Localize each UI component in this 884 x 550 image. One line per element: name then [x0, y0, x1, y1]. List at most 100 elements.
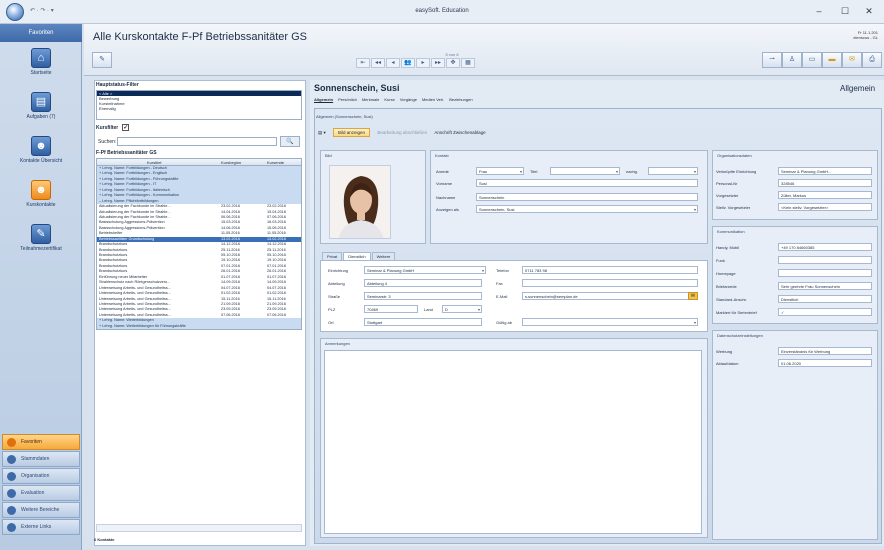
tab-5[interactable]: Medien Verl.: [422, 97, 444, 102]
lastname-field[interactable]: Sonnenschein: [476, 193, 698, 201]
col-kursende[interactable]: Kursende: [267, 159, 284, 166]
minimize-button[interactable]: –: [808, 4, 830, 18]
clipboard-icon: ▤: [31, 92, 51, 112]
tab-2[interactable]: Merkmale: [362, 97, 380, 102]
valid-from-select[interactable]: [522, 318, 698, 326]
mail-icon[interactable]: ✉: [688, 292, 698, 300]
kommunikation-field[interactable]: [778, 269, 872, 277]
department-field[interactable]: Abteilung 4: [364, 279, 482, 287]
department-label: Abteilung: [328, 281, 345, 286]
record-nav-button[interactable]: ▸: [416, 58, 430, 68]
fav-item-2[interactable]: ☻ Kontakte Übersicht: [2, 134, 80, 178]
course-grid: Kurstitel Kursbeginn Kursende + Lehrg. N…: [96, 158, 302, 331]
record-nav-button[interactable]: 👥: [401, 58, 415, 68]
nav-5[interactable]: Externe Links: [2, 519, 80, 535]
close-button[interactable]: ✕: [858, 4, 880, 18]
copy-address-button[interactable]: Anschrift Zwischenablage: [434, 130, 485, 135]
kommunikation-field[interactable]: Sehr geehrte Frau Sonnenschein: [778, 282, 872, 290]
institution-select[interactable]: Seminar & Planung GmbH: [364, 266, 486, 274]
datenschutz-field[interactable]: 01.06.2020: [778, 359, 872, 367]
pin-icon[interactable]: ⇀: [762, 52, 782, 68]
course-filter-label: Kursfilter ✓: [96, 124, 130, 131]
nav-2[interactable]: Organisation: [2, 468, 80, 484]
grid-header: Kurstitel Kursbeginn Kursende: [97, 159, 301, 166]
tab-0[interactable]: Allgemein: [314, 97, 333, 102]
record-nav-button[interactable]: ◂: [386, 58, 400, 68]
col-kurstitel[interactable]: Kurstitel: [147, 159, 161, 166]
salutation-select[interactable]: Frau: [476, 167, 524, 175]
tab-6[interactable]: Beziehungen: [449, 97, 472, 102]
fav-item-label: Teilnahmezertifikat: [20, 246, 62, 252]
street-field[interactable]: Seminarstr. 3: [364, 292, 482, 300]
email-label: E-Mail: [496, 294, 508, 299]
window-tool-icon[interactable]: ▭: [802, 52, 822, 68]
record-nav-button[interactable]: ◂◂: [371, 58, 385, 68]
record-nav-button[interactable]: ✥: [446, 58, 460, 68]
person-tool-icon[interactable]: ♙: [782, 52, 802, 68]
nav-4[interactable]: Weitere Bereiche: [2, 502, 80, 518]
attach-button[interactable]: ✎: [92, 52, 112, 68]
tab-1[interactable]: Persönlich: [338, 97, 357, 102]
course-filter-checkbox[interactable]: ✓: [122, 124, 130, 131]
suffix-select[interactable]: [648, 167, 698, 175]
fax-field[interactable]: [522, 279, 698, 287]
zip-label: PLZ: [328, 307, 336, 312]
orgdaten-field[interactable]: <Kein stellv. Vorgesetzter>: [778, 203, 872, 211]
print-icon[interactable]: ⎙: [862, 52, 882, 68]
nav-1[interactable]: Stammdaten: [2, 451, 80, 467]
finish-edit-button[interactable]: Bearbeitung abschließen: [377, 130, 427, 135]
search-icon[interactable]: 🔍: [280, 136, 300, 147]
search-label: Suchen:: [98, 139, 117, 145]
general-section-title: Allgemein (Sonnenschein, Susi): [316, 114, 373, 119]
favorites-header: Favoriten: [0, 24, 82, 42]
tab-3[interactable]: Kurse: [384, 97, 394, 102]
fav-item-0[interactable]: ⌂ Startseite: [2, 46, 80, 90]
kommunikation-label: Funk: [716, 258, 725, 263]
kommunikation-field[interactable]: Dienstlich: [778, 295, 872, 303]
mail-icon[interactable]: ✉: [842, 52, 862, 68]
datenschutz-field[interactable]: Einverständnis für Werbung: [778, 347, 872, 355]
record-nav-button[interactable]: ▸▸: [431, 58, 445, 68]
kommunikation-field[interactable]: ✓: [778, 308, 872, 316]
course-group-title: F-Pf Betriebssanitäter GS: [96, 150, 157, 156]
phone-field[interactable]: 0711 783 98: [522, 266, 698, 274]
window-title: easySoft. Education: [415, 8, 469, 14]
status-filter-item[interactable]: Ehemalig: [97, 106, 301, 111]
phone-label: Telefon: [496, 268, 509, 273]
title-select[interactable]: [550, 167, 620, 175]
display-as-select[interactable]: Sonnenschein, Susi: [476, 205, 698, 213]
notes-textarea[interactable]: [324, 350, 702, 534]
record-nav-button[interactable]: ▦: [461, 58, 475, 68]
orgdaten-field[interactable]: Seminar & Planung GmbH...: [778, 167, 872, 175]
maximize-button[interactable]: ☐: [834, 4, 856, 18]
contact-name: Sonnenschein, Susi: [314, 83, 400, 93]
valid-from-label: Gültig ab: [496, 320, 513, 325]
col-kursbeginn[interactable]: Kursbeginn: [221, 159, 241, 166]
nav-dot-icon: [7, 489, 16, 498]
nav-0[interactable]: Favoriten: [2, 434, 80, 450]
kommunikation-field[interactable]: [778, 256, 872, 264]
email-field[interactable]: s.sonnenschein@semplan.de: [522, 292, 698, 300]
tab-4[interactable]: Vorgänge: [400, 97, 417, 102]
orgdaten-field[interactable]: Züller, Markus: [778, 191, 872, 199]
city-field[interactable]: Stuttgart: [364, 318, 482, 326]
horizontal-scrollbar[interactable]: [96, 524, 302, 532]
fav-item-3[interactable]: ☻ Kurskontakte: [2, 178, 80, 222]
nav-3[interactable]: Evaluation: [2, 485, 80, 501]
orgdaten-field[interactable]: 328546: [778, 179, 872, 187]
show-image-button[interactable]: Bild anzeigen: [333, 128, 371, 137]
group-row[interactable]: + Lehrg. Name: Weiterbildungen für Führu…: [97, 323, 301, 330]
folder-icon[interactable]: ▬: [822, 52, 842, 68]
attach-icon[interactable]: ▤ ▾: [318, 130, 326, 136]
fav-item-label: Startseite: [30, 70, 52, 76]
zip-field[interactable]: 70469: [364, 305, 418, 313]
status-filter-list[interactable]: < Alle > Bewerbung Kursteilnahme Ehemalig: [96, 90, 302, 120]
search-input[interactable]: [117, 137, 277, 146]
fav-item-1[interactable]: ▤ Aufgaben (7): [2, 90, 80, 134]
record-nav-button[interactable]: ⇤: [356, 58, 370, 68]
country-select[interactable]: D: [442, 305, 482, 313]
fav-item-4[interactable]: ✎ Teilnahmezertifikat: [2, 222, 80, 266]
salutation-label: Anrede: [436, 169, 449, 174]
firstname-field[interactable]: Susi: [476, 179, 698, 187]
kommunikation-field[interactable]: +49 170 84660385: [778, 243, 872, 251]
